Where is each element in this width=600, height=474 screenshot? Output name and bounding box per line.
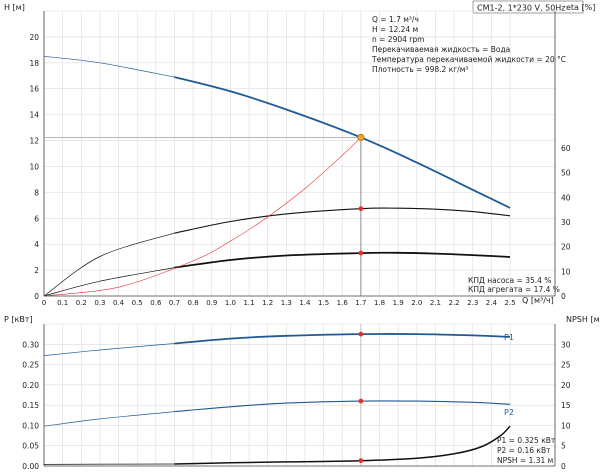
p-axis-label: P [кВт] bbox=[4, 315, 33, 324]
p-tick-label: 0.30 bbox=[22, 340, 39, 349]
x-tick-label: 0.5 bbox=[132, 299, 143, 307]
duty-point bbox=[357, 133, 365, 141]
eta-unit-curve-thin bbox=[43, 267, 175, 297]
eta-tick-label: 10 bbox=[561, 267, 571, 276]
h-tick-label: 0 bbox=[34, 292, 39, 301]
eta-tick-label: 0 bbox=[561, 292, 566, 301]
npsh-text: NPSH = 1.31 м bbox=[497, 456, 553, 465]
h-tick-label: 16 bbox=[29, 85, 39, 94]
x-tick-label: 1.3 bbox=[281, 299, 292, 307]
h-tick-label: 20 bbox=[29, 33, 39, 42]
npsh-tick-label: 0 bbox=[561, 462, 566, 471]
x-tick-label: 1.0 bbox=[225, 299, 236, 307]
npsh-tick-label: 20 bbox=[561, 381, 571, 390]
info-line: n = 2904 rpm bbox=[372, 35, 424, 44]
npsh-tick-label: 25 bbox=[561, 361, 571, 370]
h-tick-label: 2 bbox=[34, 266, 39, 275]
eta-axis-label: eta [%] bbox=[566, 3, 595, 12]
info-line: Температура перекачиваемой жидкости = 20… bbox=[371, 55, 566, 64]
eta-tick-label: 40 bbox=[561, 193, 571, 202]
x-tick-label: 2.5 bbox=[504, 299, 515, 307]
x-tick-label: 0.6 bbox=[150, 299, 162, 307]
grid-bottom bbox=[43, 323, 555, 467]
p1-curve-thin bbox=[43, 343, 175, 356]
eta-tick-label: 30 bbox=[561, 218, 571, 227]
x-tick-label: 2.3 bbox=[467, 299, 478, 307]
x-tick-label: 1.7 bbox=[355, 299, 366, 307]
p-tick-label: 0.00 bbox=[22, 462, 39, 471]
npsh-tick-label: 30 bbox=[561, 340, 571, 349]
h-curve-thin bbox=[43, 55, 175, 78]
x-tick-label: 1.6 bbox=[337, 299, 349, 307]
h-tick-label: 18 bbox=[29, 59, 39, 68]
npsh-tick-label: 5 bbox=[561, 442, 566, 451]
h-tick-label: 4 bbox=[34, 240, 39, 249]
x-tick-label: 0.8 bbox=[188, 299, 199, 307]
h-tick-label: 14 bbox=[29, 111, 39, 120]
info-line: H = 12.24 м bbox=[372, 25, 418, 34]
p1-series-label: P1 bbox=[504, 333, 514, 342]
x-tick-label: 2.4 bbox=[486, 299, 498, 307]
h-tick-label: 6 bbox=[34, 214, 39, 223]
p-tick-label: 0.15 bbox=[22, 401, 39, 410]
info-line: Перекачиваемая жидкость = Вода bbox=[372, 45, 510, 54]
npsh-tick-label: 15 bbox=[561, 401, 571, 410]
p1-point bbox=[358, 331, 364, 337]
npsh-tick-label: 10 bbox=[561, 421, 571, 430]
axes bbox=[43, 11, 556, 467]
p2-series-label: P2 bbox=[504, 408, 514, 417]
x-tick-label: 0.7 bbox=[169, 299, 180, 307]
x-tick-label: 2.1 bbox=[430, 299, 441, 307]
x-tick-label: 0.9 bbox=[206, 299, 217, 307]
eta-tick-label: 60 bbox=[561, 144, 571, 153]
npsh-axis-label: NPSH [м] bbox=[566, 315, 600, 324]
pump-performance-chart: CM1-2, 1*230 V, 50Hz H [м] eta [%] P [кВ… bbox=[4, 0, 600, 471]
unit-efficiency-text: КПД агрегата = 17.4 % bbox=[468, 285, 560, 294]
eta-pump-curve-thin bbox=[43, 232, 175, 297]
x-tick-label: 1.1 bbox=[243, 299, 254, 307]
h-axis-label: H [м] bbox=[4, 3, 25, 12]
npsh-point bbox=[358, 458, 364, 464]
p-tick-label: 0.05 bbox=[22, 442, 39, 451]
eta-pump-point bbox=[358, 206, 364, 212]
x-tick-label: 2.2 bbox=[449, 299, 460, 307]
p-tick-label: 0.10 bbox=[22, 421, 39, 430]
h-tick-label: 8 bbox=[34, 188, 39, 197]
info-line: Плотность = 998.2 кг/м³ bbox=[372, 65, 468, 74]
x-tick-label: 0.1 bbox=[57, 299, 68, 307]
p2-text: P2 = 0.16 кВт bbox=[497, 446, 551, 455]
eta-tick-label: 50 bbox=[561, 169, 571, 178]
p2-curve-thin bbox=[43, 411, 175, 427]
p-tick-label: 0.20 bbox=[22, 381, 39, 390]
info-block: Q = 1.7 м³/ч H = 12.24 м n = 2904 rpm Пе… bbox=[371, 15, 566, 74]
info-line: Q = 1.7 м³/ч bbox=[372, 15, 419, 24]
eta-tick-label: 20 bbox=[561, 243, 571, 252]
p1-text: P1 = 0.325 кВт bbox=[497, 436, 556, 445]
p2-point bbox=[358, 398, 364, 404]
x-tick-label: 1.4 bbox=[299, 299, 311, 307]
x-tick-label: 1.8 bbox=[374, 299, 385, 307]
h-tick-label: 10 bbox=[29, 162, 39, 171]
p-tick-label: 0.25 bbox=[22, 361, 39, 370]
x-tick-label: 1.5 bbox=[318, 299, 329, 307]
x-tick-label: 1.2 bbox=[262, 299, 273, 307]
x-tick-label: 0 bbox=[42, 299, 46, 307]
x-tick-label: 0.2 bbox=[76, 299, 87, 307]
x-tick-label: 0.3 bbox=[94, 299, 105, 307]
q-axis-label: Q [м³/ч] bbox=[522, 296, 554, 305]
curves bbox=[43, 55, 511, 466]
h-tick-label: 12 bbox=[29, 137, 39, 146]
x-tick-label: 2.0 bbox=[411, 299, 422, 307]
eta-unit-point bbox=[358, 250, 364, 256]
pump-efficiency-text: КПД насоса = 35.4 % bbox=[468, 276, 551, 285]
system-curve bbox=[43, 137, 362, 297]
x-tick-label: 1.9 bbox=[393, 299, 404, 307]
x-tick-label: 0.4 bbox=[113, 299, 125, 307]
